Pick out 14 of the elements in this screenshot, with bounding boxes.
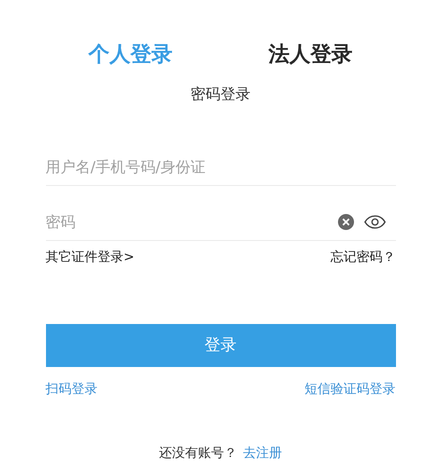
no-account-text: 还没有账号？ [159,445,237,461]
forgot-password-link[interactable]: 忘记密码？ [330,248,396,266]
username-field[interactable]: 用户名/手机号码/身份证 [46,158,396,176]
eye-icon[interactable] [364,214,386,228]
login-button[interactable]: 登录 [46,324,396,367]
sms-login-link[interactable]: 短信验证码登录 [304,380,396,398]
register-link[interactable]: 去注册 [243,444,282,461]
subtitle: 密码登录 [190,85,250,104]
clear-icon[interactable] [338,214,354,230]
qr-login-link[interactable]: 扫码登录 [46,380,98,398]
login-tab[interactable]: 法人登录 [268,40,352,68]
login-tab[interactable]: 个人登录 [88,40,172,68]
password-field[interactable]: 密码 [46,212,338,230]
other-id-login-link[interactable]: 其它证件登录> [46,248,134,266]
